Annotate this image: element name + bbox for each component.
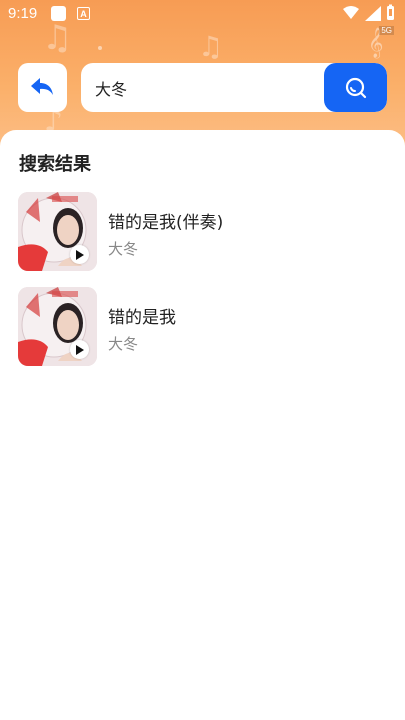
back-arrow-icon <box>30 77 53 95</box>
network-label: 5G <box>379 26 394 35</box>
back-button[interactable] <box>18 63 67 112</box>
signal-icon <box>365 6 381 21</box>
album-cover[interactable] <box>18 192 97 271</box>
decoration-dot <box>98 46 102 50</box>
song-list-item[interactable]: 错的是我 大冬 <box>18 287 388 367</box>
album-cover[interactable] <box>18 287 97 366</box>
notification-icon <box>51 6 66 21</box>
status-bar: 9:19 A 5G <box>0 0 405 35</box>
search-input[interactable] <box>95 63 315 112</box>
music-note-decoration-icon: ♫ <box>198 30 224 63</box>
status-time: 9:19 <box>8 5 38 22</box>
status-icons <box>343 4 394 21</box>
search-bar <box>81 63 387 112</box>
play-button[interactable] <box>70 340 89 359</box>
play-icon <box>76 344 84 355</box>
results-title: 搜索结果 <box>19 154 91 175</box>
search-button[interactable] <box>324 63 387 112</box>
play-button[interactable] <box>70 245 89 264</box>
results-panel: 搜索结果 错的是我(伴奏) 大冬 错的是我 大冬 <box>0 130 405 720</box>
wifi-icon <box>343 6 359 19</box>
song-artist: 大冬 <box>108 240 139 258</box>
song-title: 错的是我(伴奏) <box>108 213 224 233</box>
song-title: 错的是我 <box>108 308 176 328</box>
play-icon <box>76 249 84 260</box>
keyboard-a-icon: A <box>77 7 90 20</box>
song-artist: 大冬 <box>108 335 139 353</box>
song-list-item[interactable]: 错的是我(伴奏) 大冬 <box>18 192 388 272</box>
search-icon <box>345 77 366 98</box>
